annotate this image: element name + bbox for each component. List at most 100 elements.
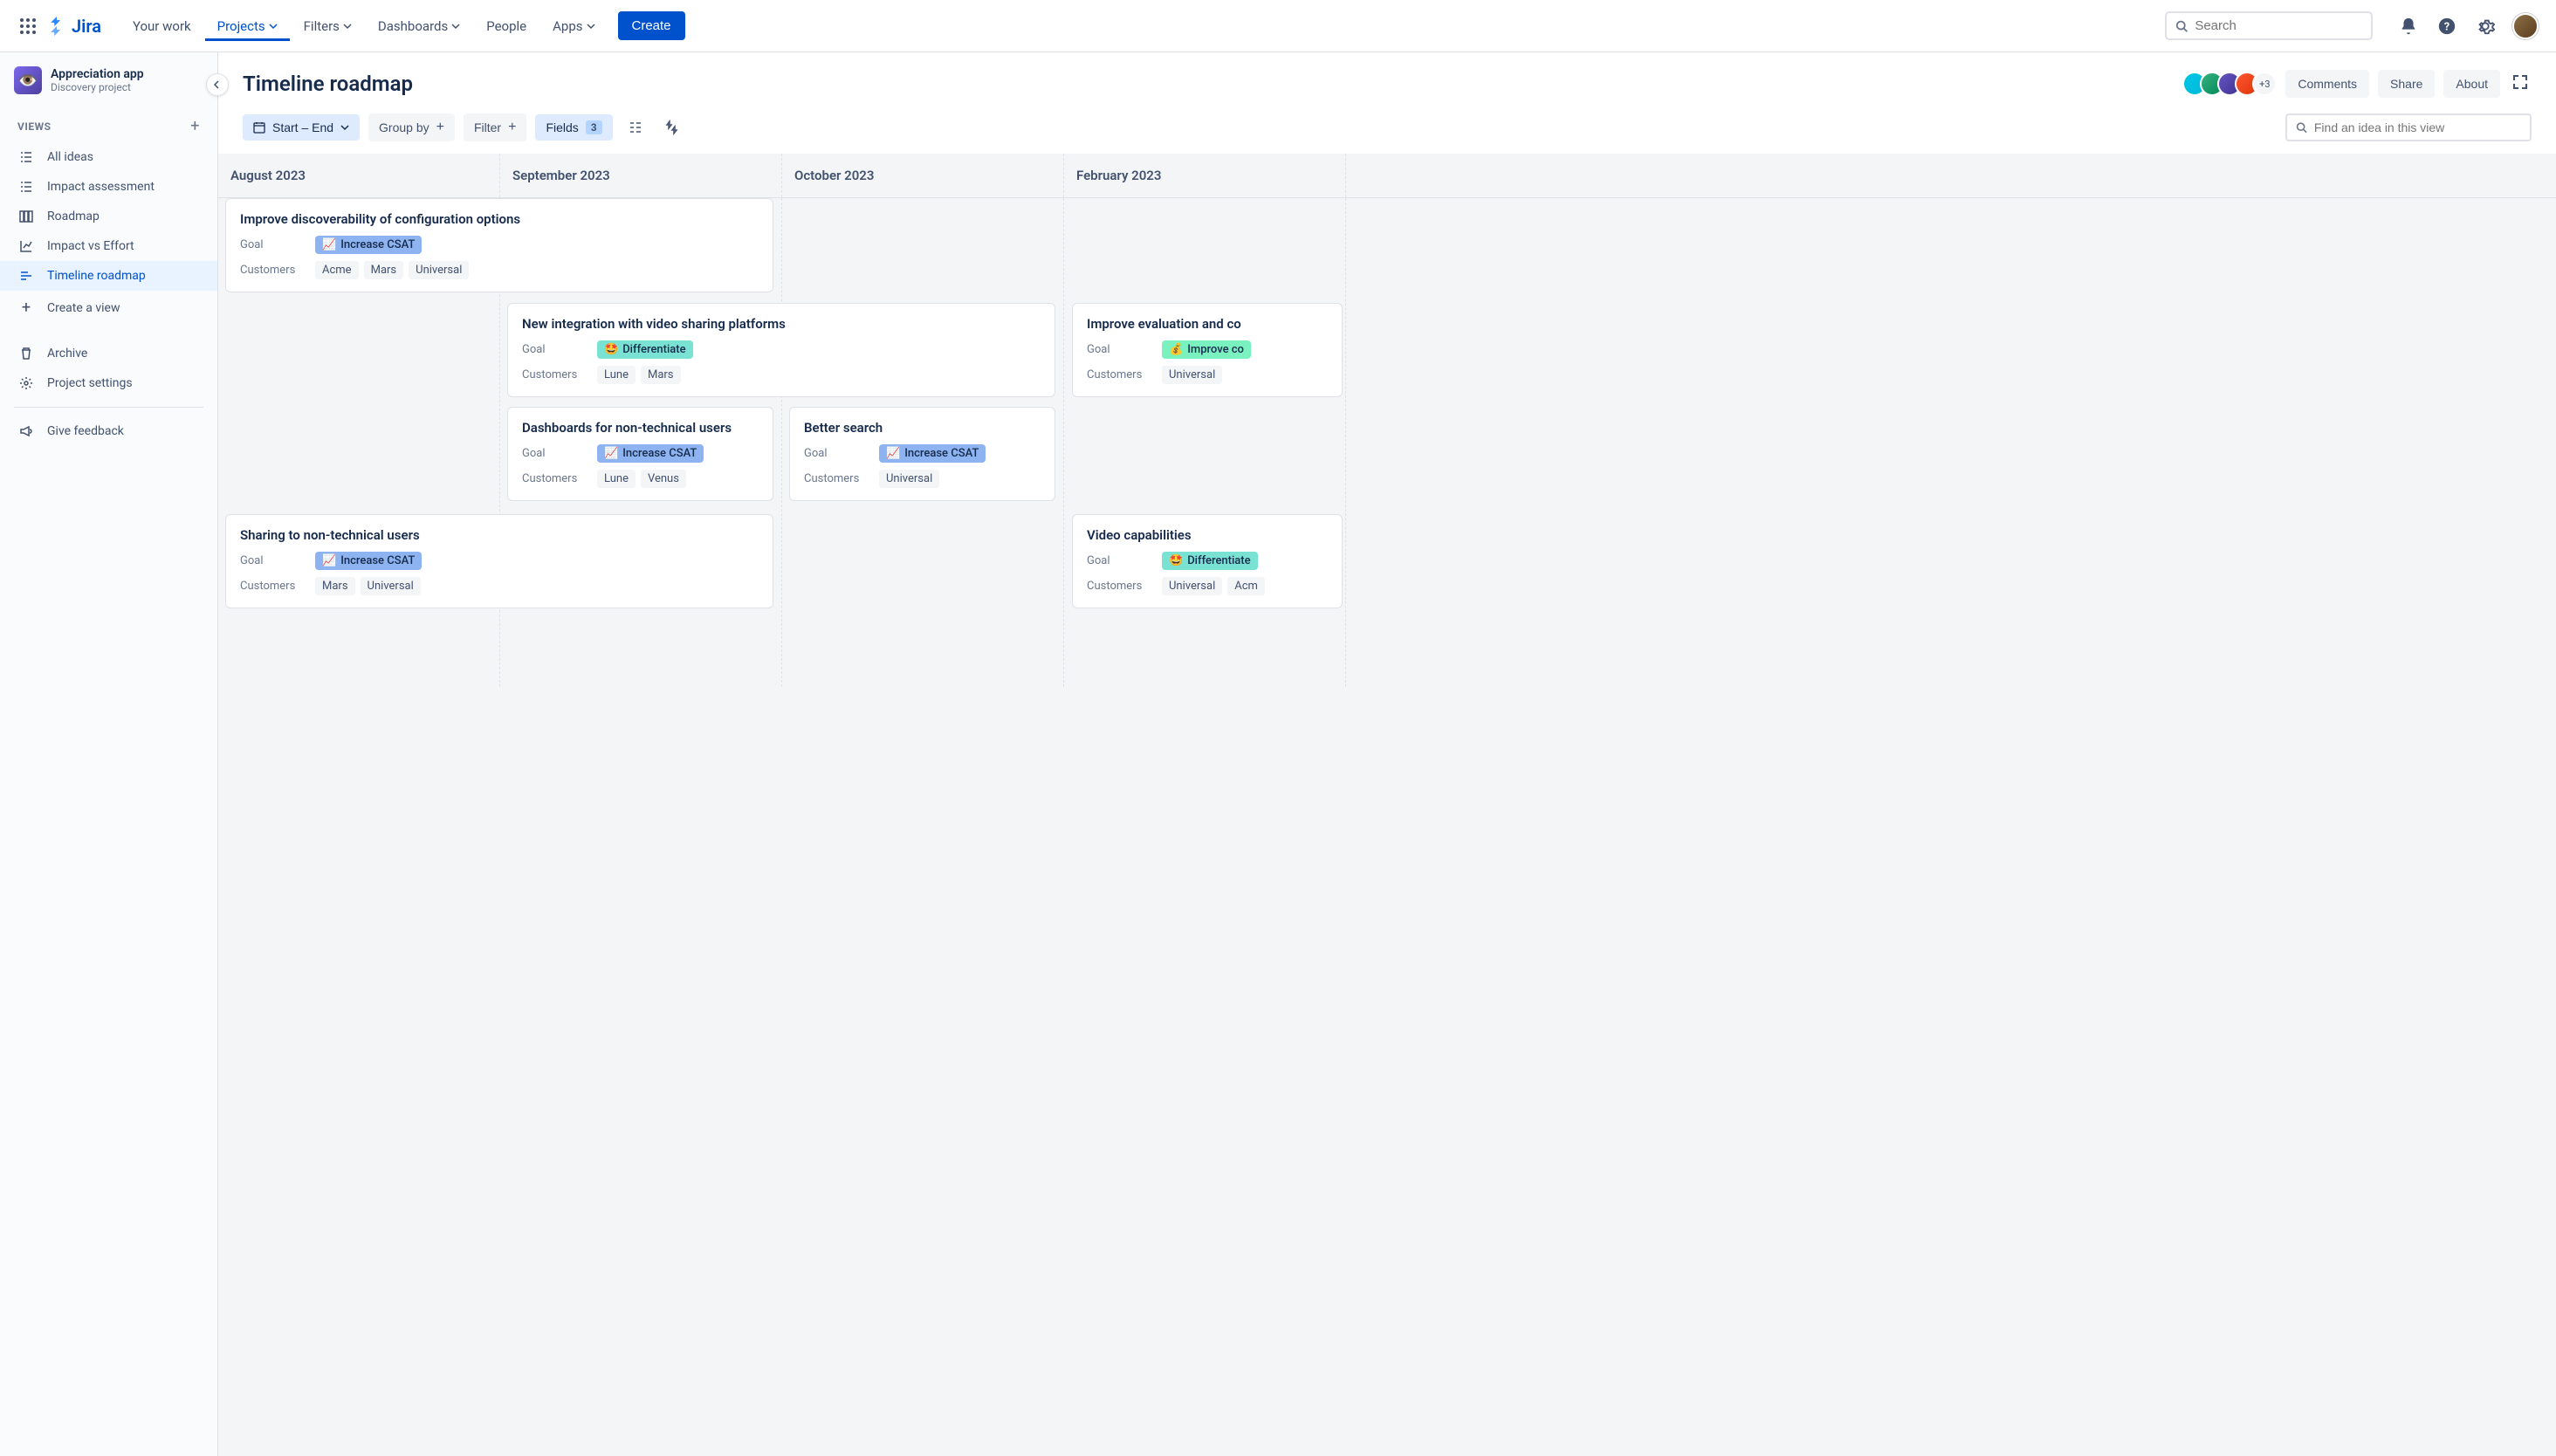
customer-tag[interactable]: Lune xyxy=(597,366,636,384)
sidebar-give-feedback[interactable]: Give feedback xyxy=(0,416,217,446)
customer-tag[interactable]: Universal xyxy=(1162,577,1222,595)
megaphone-icon xyxy=(17,424,35,438)
idea-card[interactable]: Video capabilities Goal 🤩Differentiate C… xyxy=(1072,514,1343,608)
month-column: September 2023 xyxy=(500,154,782,197)
customer-tag[interactable]: Universal xyxy=(361,577,421,595)
chevron-down-icon xyxy=(340,123,349,132)
find-box[interactable] xyxy=(2285,113,2532,141)
idea-card[interactable]: New integration with video sharing platf… xyxy=(507,303,1055,397)
customers-label: Customers xyxy=(240,580,306,593)
search-box[interactable] xyxy=(2165,11,2373,40)
goal-tag[interactable]: 📈Increase CSAT xyxy=(879,444,986,463)
idea-card[interactable]: Better search Goal 📈Increase CSAT Custom… xyxy=(789,407,1055,501)
fullscreen-icon[interactable] xyxy=(2509,71,2532,97)
top-nav: Jira Your work Projects Filters Dashboar… xyxy=(0,0,2556,52)
customers-label: Customers xyxy=(522,472,588,485)
notifications-icon[interactable] xyxy=(2397,15,2420,38)
add-view-icon[interactable]: + xyxy=(190,117,200,135)
customers-label: Customers xyxy=(522,368,588,381)
search-input[interactable] xyxy=(2195,18,2362,33)
search-icon xyxy=(2296,121,2307,134)
customer-tag[interactable]: Acme xyxy=(315,261,359,279)
goal-tag[interactable]: 🤩Differentiate xyxy=(1162,552,1258,570)
customer-tag[interactable]: Universal xyxy=(409,261,469,279)
customer-tag[interactable]: Universal xyxy=(1162,366,1222,384)
customer-tag[interactable]: Universal xyxy=(879,470,939,488)
nav-your-work[interactable]: Your work xyxy=(120,11,203,41)
customer-tag[interactable]: Venus xyxy=(641,470,686,488)
jira-logo[interactable]: Jira xyxy=(47,16,101,37)
customers-label: Customers xyxy=(1087,368,1153,381)
nav-projects[interactable]: Projects xyxy=(205,11,290,41)
sidebar-impact-effort[interactable]: Impact vs Effort xyxy=(0,231,217,261)
sidebar-project-settings[interactable]: Project settings xyxy=(0,368,217,398)
card-title: Improve discoverability of configuration… xyxy=(240,211,759,227)
avatar-more[interactable]: +3 xyxy=(2252,72,2277,96)
app-switcher-icon[interactable] xyxy=(17,16,38,37)
share-button[interactable]: Share xyxy=(2378,70,2435,98)
svg-text:?: ? xyxy=(2444,20,2450,33)
sidebar-timeline-roadmap[interactable]: Timeline roadmap xyxy=(0,261,217,291)
nav-apps[interactable]: Apps xyxy=(540,11,607,41)
filter-chip[interactable]: Filter+ xyxy=(464,113,526,141)
idea-card[interactable]: Improve evaluation and co Goal 💰Improve … xyxy=(1072,303,1343,397)
card-title: Dashboards for non-technical users xyxy=(522,420,759,436)
idea-card[interactable]: Improve discoverability of configuration… xyxy=(225,198,773,292)
sidebar: 👁️ Appreciation app Discovery project VI… xyxy=(0,52,218,1456)
project-header[interactable]: 👁️ Appreciation app Discovery project xyxy=(0,66,217,110)
nav-people[interactable]: People xyxy=(474,11,539,41)
format-icon[interactable] xyxy=(622,113,649,141)
card-title: Video capabilities xyxy=(1087,527,1328,543)
chevron-down-icon xyxy=(587,22,595,31)
idea-card[interactable]: Dashboards for non-technical users Goal … xyxy=(507,407,773,501)
card-title: Sharing to non-technical users xyxy=(240,527,759,543)
project-icon: 👁️ xyxy=(14,66,42,94)
sidebar-create-view[interactable]: +Create a view xyxy=(0,291,217,325)
find-input[interactable] xyxy=(2314,120,2521,134)
customer-tag[interactable]: Lune xyxy=(597,470,636,488)
chevron-down-icon xyxy=(451,22,460,31)
about-button[interactable]: About xyxy=(2443,70,2500,98)
customer-tag[interactable]: Acm xyxy=(1227,577,1265,595)
customer-tag[interactable]: Mars xyxy=(641,366,681,384)
customer-tag[interactable]: Mars xyxy=(315,577,355,595)
date-range-chip[interactable]: Start – End xyxy=(243,114,360,141)
idea-card[interactable]: Sharing to non-technical users Goal 📈Inc… xyxy=(225,514,773,608)
goal-tag[interactable]: 📈Increase CSAT xyxy=(315,236,422,254)
plus-icon: + xyxy=(17,299,35,317)
sidebar-roadmap[interactable]: Roadmap xyxy=(0,202,217,231)
collapse-sidebar-button[interactable] xyxy=(206,73,229,96)
project-type: Discovery project xyxy=(51,81,144,93)
sidebar-impact-assessment[interactable]: Impact assessment xyxy=(0,172,217,202)
timeline[interactable]: August 2023September 2023October 2023Feb… xyxy=(218,154,2556,1456)
create-button[interactable]: Create xyxy=(618,11,685,40)
customer-tag[interactable]: Mars xyxy=(364,261,404,279)
comments-button[interactable]: Comments xyxy=(2285,70,2369,98)
timeline-icon xyxy=(17,269,35,283)
goal-tag[interactable]: 💰Improve co xyxy=(1162,340,1251,359)
month-column: October 2023 xyxy=(782,154,1064,197)
nav-dashboards[interactable]: Dashboards xyxy=(366,11,472,41)
month-column: February 2023 xyxy=(1064,154,1346,197)
goal-tag[interactable]: 🤩Differentiate xyxy=(597,340,693,359)
page-title: Timeline roadmap xyxy=(243,72,413,96)
autosave-icon[interactable] xyxy=(658,113,686,141)
sidebar-archive[interactable]: Archive xyxy=(0,339,217,368)
month-column: August 2023 xyxy=(218,154,500,197)
sidebar-all-ideas[interactable]: All ideas xyxy=(0,142,217,172)
list-icon xyxy=(17,150,35,164)
card-title: Improve evaluation and co xyxy=(1087,316,1328,332)
group-by-chip[interactable]: Group by+ xyxy=(368,113,455,141)
views-section-label: VIEWS + xyxy=(0,110,217,142)
goal-tag[interactable]: 📈Increase CSAT xyxy=(597,444,704,463)
help-icon[interactable]: ? xyxy=(2436,15,2458,38)
customers-label: Customers xyxy=(1087,580,1153,593)
goal-tag[interactable]: 📈Increase CSAT xyxy=(315,552,422,570)
settings-icon[interactable] xyxy=(2474,15,2497,38)
user-avatar[interactable] xyxy=(2512,13,2539,39)
fields-chip[interactable]: Fields3 xyxy=(535,114,612,141)
toolbar: Start – End Group by+ Filter+ Fields3 xyxy=(218,108,2556,154)
avatar-stack[interactable]: +3 xyxy=(2189,72,2277,96)
nav-filters[interactable]: Filters xyxy=(292,11,364,41)
columns-icon xyxy=(17,209,35,223)
